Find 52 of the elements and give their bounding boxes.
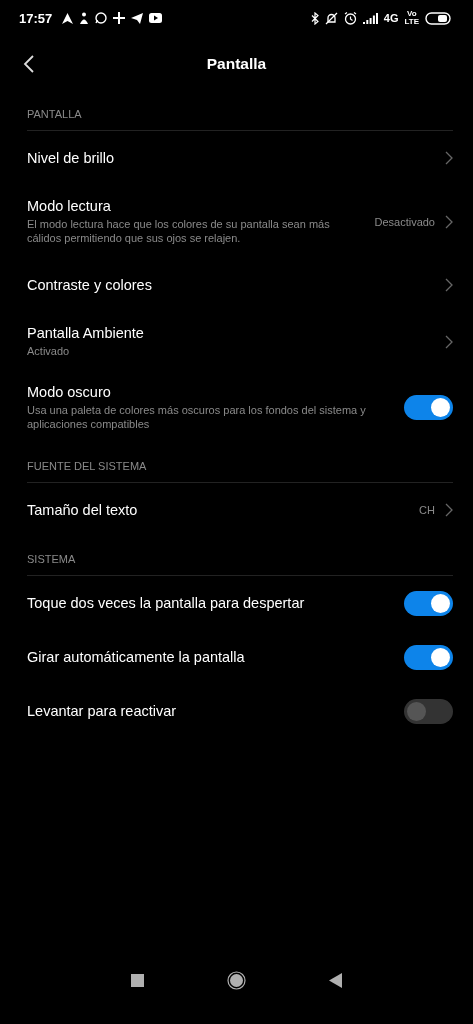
square-icon — [131, 973, 144, 987]
back-icon — [22, 54, 36, 74]
chevron-right-icon — [445, 334, 453, 349]
setting-item[interactable]: Modo lectura El modo lectura hace que los colores de su pantalla sean más cálidos permitiendo que sus ojos se relajen. Desactivado — [0, 185, 473, 258]
toggle-switch[interactable] — [404, 698, 453, 724]
setting-description: Usa una paleta de colores más oscuros para los fondos del sistema y aplicaciones compatibles — [27, 403, 367, 431]
network-type: 4G — [383, 12, 399, 24]
recents-button[interactable] — [131, 973, 144, 987]
figure-icon — [79, 12, 90, 24]
section-header: FUENTE DEL SISTEMA — [27, 460, 148, 472]
setting-item[interactable]: Contraste y colores — [0, 258, 473, 312]
clock-time: 17:57 — [19, 10, 53, 26]
section-header: SISTEMA — [27, 553, 77, 565]
setting-value: CH — [419, 504, 435, 516]
circle-icon — [227, 970, 246, 990]
toggle-switch[interactable] — [404, 395, 453, 420]
setting-description: El modo lectura hace que los colores de su pantalla sean más cálidos permitiendo que sus ojos se relajen. — [27, 217, 331, 245]
triangle-icon — [329, 972, 342, 988]
battery-icon — [425, 11, 451, 25]
play-icon — [149, 13, 163, 23]
setting-item[interactable]: Pantalla Ambiente Activado — [0, 312, 473, 371]
setting-description: Activado — [27, 344, 71, 358]
setting-value: Desactivado — [374, 215, 435, 228]
back-button[interactable] — [329, 972, 342, 988]
paper-plane-icon — [131, 12, 144, 24]
setting-title: Levantar para reactivar — [27, 703, 178, 719]
volte-label: Vo LTE — [404, 10, 419, 26]
chevron-right-icon — [445, 151, 453, 165]
setting-title: Modo oscuro — [27, 384, 112, 400]
toggle-switch[interactable] — [404, 644, 453, 670]
chevron-right-icon — [445, 503, 453, 517]
toggle-switch[interactable] — [404, 590, 453, 616]
navigation-arrow-icon — [62, 12, 74, 24]
setting-title: Nivel de brillo — [27, 150, 116, 166]
setting-title: Toque dos veces la pantalla para despertar — [27, 595, 306, 611]
setting-title: Tamaño del texto — [27, 502, 139, 518]
setting-title: Modo lectura — [27, 198, 112, 214]
bluetooth-icon — [310, 11, 319, 25]
page-title: Pantalla — [206, 55, 267, 73]
setting-title: Contraste y colores — [27, 277, 153, 293]
alarm-clock-icon — [343, 11, 357, 25]
signal-icon — [362, 12, 378, 24]
setting-item[interactable]: Nivel de brillo — [0, 131, 473, 185]
setting-item[interactable]: Tamaño del texto CH — [0, 483, 473, 537]
bell-off-icon — [324, 11, 338, 25]
chevron-right-icon — [445, 278, 453, 292]
home-button[interactable] — [227, 970, 246, 990]
chevron-right-icon — [445, 214, 453, 229]
setting-title: Girar automáticamente la pantalla — [27, 649, 246, 665]
chat-bubble-icon — [95, 12, 108, 24]
setting-title: Pantalla Ambiente — [27, 325, 145, 341]
section-header: PANTALLA — [27, 108, 83, 120]
